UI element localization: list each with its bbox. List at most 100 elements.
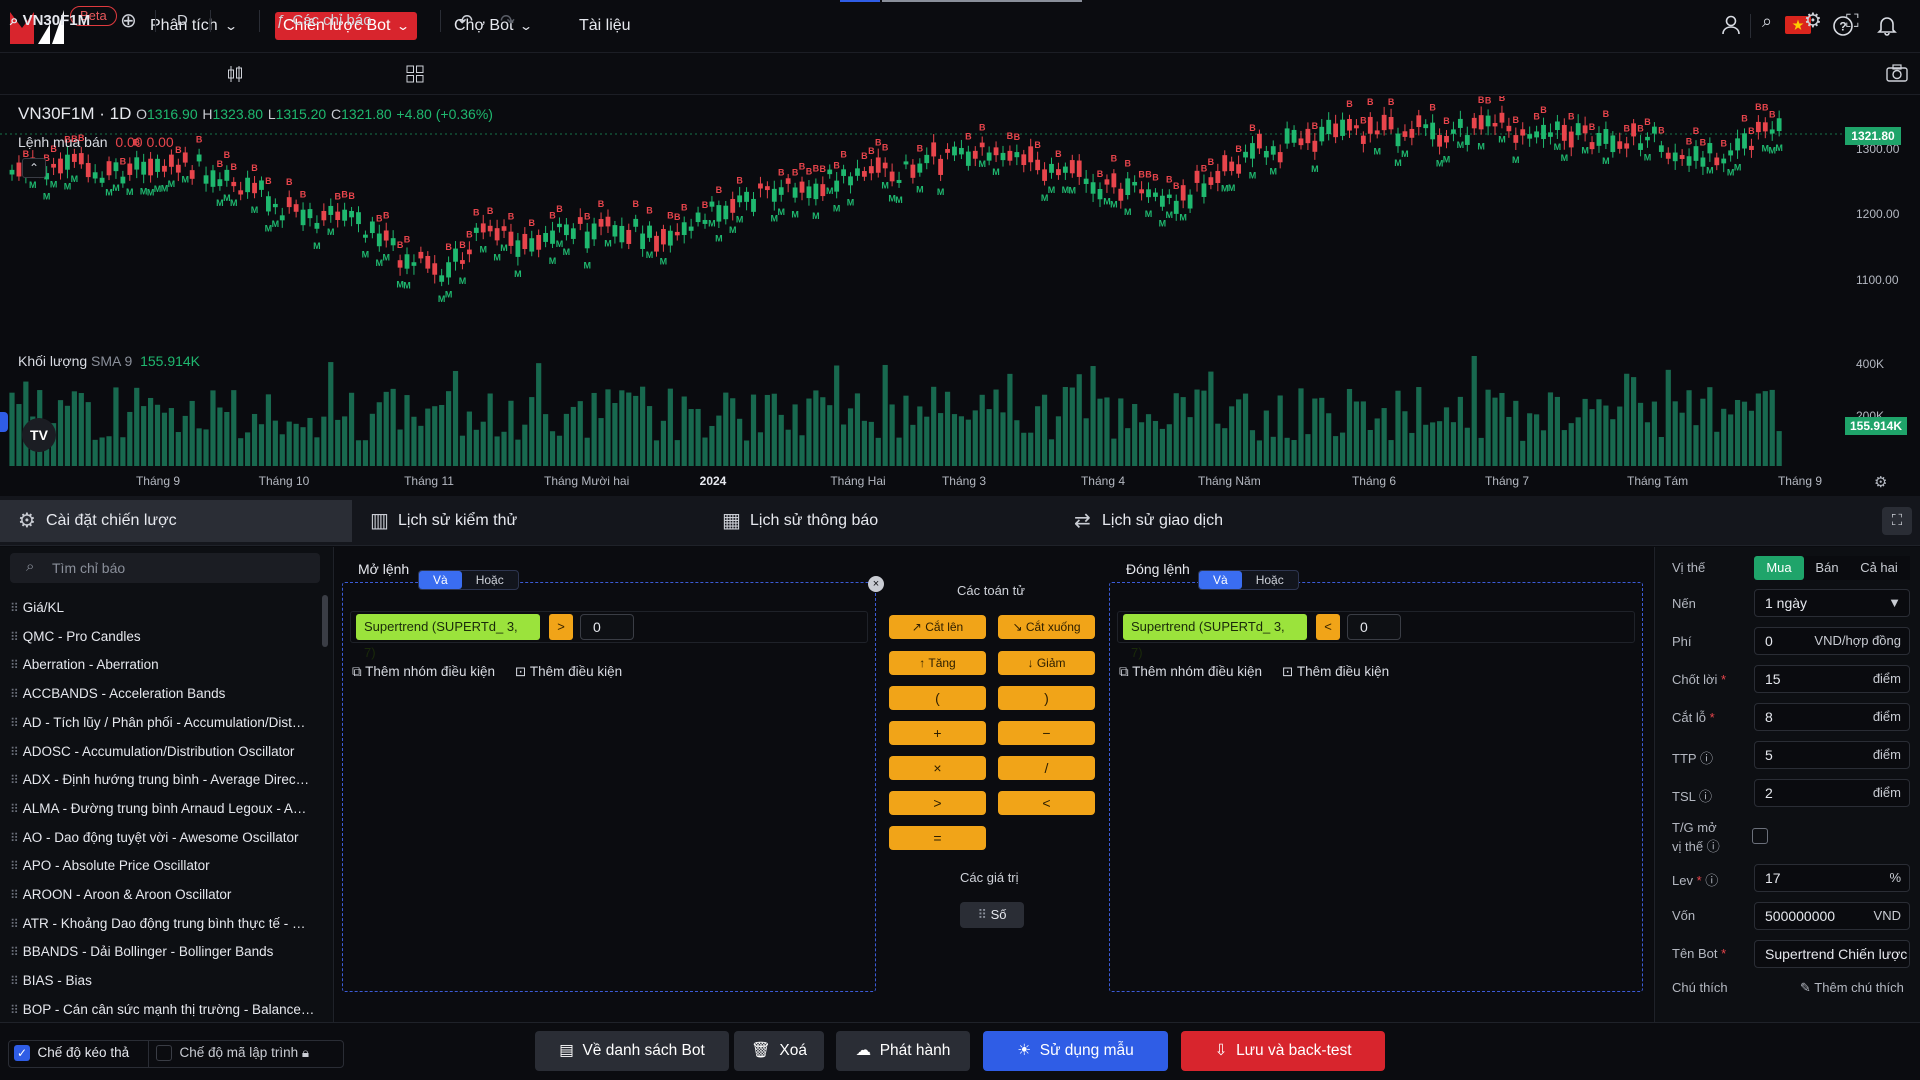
- take-profit-input[interactable]: 15 điểm: [1754, 665, 1910, 693]
- leverage-input[interactable]: 17%: [1754, 864, 1910, 892]
- tradingview-logo-icon[interactable]: TV: [22, 418, 56, 452]
- add-condition-group-button[interactable]: ⧉ Thêm nhóm điều kiện: [352, 664, 495, 680]
- ttp-input[interactable]: 5 điểm: [1754, 741, 1910, 769]
- bot-name-input[interactable]: Supertrend Chiến lược p: [1754, 940, 1910, 968]
- position-segmented-control[interactable]: Mua Bán Cả hai: [1754, 556, 1910, 580]
- indicator-list-item[interactable]: ⠿ Aberration - Aberration: [10, 657, 316, 672]
- symbol-search[interactable]: ⌕ VN30F1M: [10, 8, 90, 34]
- templates-grid-icon[interactable]: [406, 65, 424, 83]
- camera-icon[interactable]: [1886, 64, 1908, 82]
- info-icon[interactable]: ⓘ: [1700, 751, 1713, 766]
- op-divide[interactable]: /: [998, 756, 1095, 780]
- add-condition-button[interactable]: ⊡ Thêm điều kiện: [1282, 664, 1389, 680]
- open-order-logic-toggle[interactable]: Và Hoặc: [418, 570, 519, 590]
- tab-trade-history[interactable]: ⇄ Lịch sử giao dịch: [1056, 500, 1223, 542]
- indicator-list-item[interactable]: ⠿ BBANDS - Dải Bollinger - Bollinger Band…: [10, 944, 316, 959]
- close-order-logic-toggle[interactable]: Và Hoặc: [1198, 570, 1299, 590]
- condition-operator-chip[interactable]: >: [549, 614, 573, 640]
- compare-add-icon[interactable]: ⊕: [120, 8, 137, 34]
- axis-settings-icon[interactable]: ⚙: [1874, 473, 1887, 491]
- op-equal[interactable]: =: [889, 826, 986, 850]
- op-plus[interactable]: +: [889, 721, 986, 745]
- indicator-list-item[interactable]: ⠿ APO - Absolute Price Oscillator: [10, 858, 316, 873]
- open-time-checkbox[interactable]: [1752, 828, 1768, 844]
- condition-value-input[interactable]: 0: [580, 614, 634, 640]
- position-buy[interactable]: Mua: [1754, 556, 1804, 580]
- indicator-list-item[interactable]: ⠿ ATR - Khoảng Dao động trung bình thực t…: [10, 916, 316, 931]
- quick-search-icon[interactable]: ⌕: [1762, 8, 1772, 34]
- indicator-search-input[interactable]: Tìm chỉ báo: [10, 553, 320, 583]
- condition-operator-chip[interactable]: <: [1316, 614, 1340, 640]
- capital-input[interactable]: 500000000 VND: [1754, 902, 1910, 930]
- op-cross-up[interactable]: ↗ Cắt lên: [889, 615, 986, 639]
- indicator-list-item[interactable]: ⠿ QMC - Pro Candles: [10, 629, 316, 644]
- info-icon[interactable]: ⓘ: [1705, 873, 1718, 888]
- indicator-list-item[interactable]: ⠿ AD - Tích lũy / Phân phối - Accumulatio…: [10, 715, 316, 730]
- op-greater[interactable]: >: [889, 791, 986, 815]
- save-and-backtest-button[interactable]: ⇩ Lưu và back-test: [1181, 1031, 1385, 1071]
- add-note-button[interactable]: ✎ Thêm chú thích: [1800, 980, 1904, 996]
- position-both[interactable]: Cả hai: [1850, 556, 1908, 580]
- indicator-list-item[interactable]: ⠿ ACCBANDS - Acceleration Bands: [10, 686, 316, 701]
- use-template-button[interactable]: ☀ Sử dụng mẫu: [983, 1031, 1168, 1071]
- indicators-button[interactable]: ƒ Các chỉ báo: [276, 8, 372, 34]
- info-icon[interactable]: ⓘ: [1699, 789, 1712, 804]
- nav-phan-tich[interactable]: Phân tích ⌄: [142, 12, 244, 40]
- delete-button[interactable]: 🗑︎ Xoá: [734, 1031, 824, 1071]
- bell-icon[interactable]: [1876, 14, 1898, 36]
- open-order-dropzone[interactable]: [342, 582, 876, 992]
- code-mode[interactable]: Chế độ mã lập trình 🔒︎: [156, 1045, 309, 1062]
- undo-icon[interactable]: ↶: [458, 8, 473, 34]
- op-multiply[interactable]: ×: [889, 756, 986, 780]
- position-sell[interactable]: Bán: [1804, 556, 1850, 580]
- fullscreen-icon[interactable]: ⛶: [1846, 8, 1859, 34]
- drawing-panel-toggle[interactable]: [0, 412, 8, 432]
- fee-input[interactable]: 0 VND/hợp đồng: [1754, 627, 1910, 655]
- logic-or-option[interactable]: Hoặc: [1242, 571, 1298, 589]
- back-to-bot-list-button[interactable]: ▤ Về danh sách Bot: [535, 1031, 729, 1071]
- op-increase[interactable]: ↑ Tăng: [889, 651, 986, 675]
- close-icon[interactable]: ×: [868, 576, 884, 592]
- condition-indicator-chip[interactable]: Supertrend (SUPERTd_ 3, 7): [356, 614, 540, 660]
- user-icon[interactable]: [1720, 14, 1742, 36]
- condition-indicator-chip[interactable]: Supertrend (SUPERTd_ 3, 7): [1123, 614, 1307, 660]
- indicator-list-item[interactable]: ⠿ Giá/KL: [10, 600, 316, 615]
- add-condition-button[interactable]: ⊡ Thêm điều kiện: [515, 664, 622, 680]
- nav-tai-lieu[interactable]: Tài liệu: [571, 12, 639, 40]
- checkbox-checked-icon[interactable]: ✓: [14, 1045, 30, 1062]
- candle-select[interactable]: 1 ngày ▼: [1754, 589, 1910, 617]
- collapse-legend-button[interactable]: ⌃: [22, 158, 46, 178]
- expand-panel-icon[interactable]: ⛶: [1882, 507, 1912, 535]
- checkbox-icon[interactable]: [156, 1045, 172, 1062]
- op-right-paren[interactable]: ): [998, 686, 1095, 710]
- op-minus[interactable]: −: [998, 721, 1095, 745]
- drag-drop-mode[interactable]: ✓ Chế độ kéo thả: [14, 1045, 129, 1062]
- settings-gear-icon[interactable]: ⚙: [1804, 8, 1822, 34]
- redo-icon[interactable]: ↷: [500, 8, 515, 34]
- publish-button[interactable]: ☁ Phát hành: [836, 1031, 970, 1071]
- indicator-list-item[interactable]: ⠿ AROON - Aroon & Aroon Oscillator: [10, 887, 316, 902]
- logic-or-option[interactable]: Hoặc: [462, 571, 518, 589]
- op-cross-down[interactable]: ↘ Cắt xuống: [998, 615, 1095, 639]
- stop-loss-input[interactable]: 8 điểm: [1754, 703, 1910, 731]
- op-less[interactable]: <: [998, 791, 1095, 815]
- indicator-list-item[interactable]: ⠿ AO - Dao động tuyệt vời - Awesome Oscil…: [10, 830, 316, 845]
- logic-and-option[interactable]: Và: [1199, 571, 1242, 589]
- indicator-list-item[interactable]: ⠿ BOP - Cán cân sức mạnh thị trường - Bal…: [10, 1002, 316, 1017]
- value-number-chip[interactable]: ⠿ Số: [960, 902, 1024, 928]
- info-icon[interactable]: ⓘ: [1707, 839, 1720, 854]
- op-decrease[interactable]: ↓ Giảm: [998, 651, 1095, 675]
- tsl-input[interactable]: 2 điểm: [1754, 779, 1910, 807]
- indicator-list-item[interactable]: ⠿ ALMA - Đường trung bình Arnaud Legoux -…: [10, 801, 316, 816]
- price-chart[interactable]: BMBMBMBMBMBM MBMBM M M M MBMBBMBMBMBMBM MBBMMB…: [0, 96, 1920, 495]
- logic-and-option[interactable]: Và: [419, 571, 462, 589]
- indicator-list-item[interactable]: ⠿ ADOSC - Accumulation/Distribution Oscil…: [10, 744, 316, 759]
- op-left-paren[interactable]: (: [889, 686, 986, 710]
- close-order-dropzone[interactable]: [1109, 582, 1643, 992]
- add-condition-group-button[interactable]: ⧉ Thêm nhóm điều kiện: [1119, 664, 1262, 680]
- tab-notification-history[interactable]: ▦ Lịch sử thông báo: [704, 500, 878, 542]
- indicator-list-item[interactable]: ⠿ BIAS - Bias: [10, 973, 316, 988]
- indicator-list-scrollbar[interactable]: [322, 595, 328, 647]
- condition-value-input[interactable]: 0: [1347, 614, 1401, 640]
- indicator-list-item[interactable]: ⠿ ADX - Định hướng trung bình - Average D…: [10, 772, 316, 787]
